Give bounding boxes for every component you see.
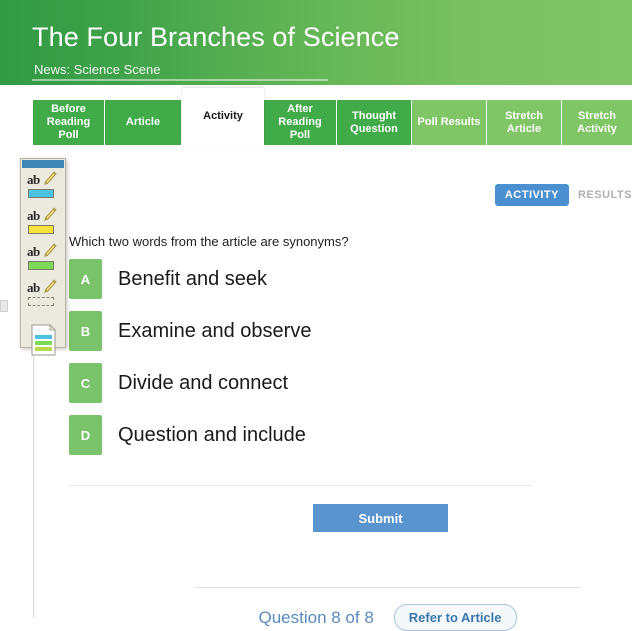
tab-bar: Before Reading Poll Article Activity Aft… <box>0 85 632 160</box>
option-letter-c: C <box>69 363 102 403</box>
option-letter-a: A <box>69 259 102 299</box>
highlighter-none-icon[interactable]: ab <box>26 279 60 312</box>
ab-glyph: ab <box>27 172 40 187</box>
tab-stretch-article[interactable]: Stretch Article <box>487 100 562 145</box>
highlighter-blue-icon[interactable]: ab <box>26 171 60 204</box>
view-toggle-group: ACTIVITY RESULTS <box>494 184 632 206</box>
activity-panel: ACTIVITY RESULTS Which two words from th… <box>33 160 632 631</box>
swatch-none <box>28 297 54 306</box>
pencil-icon <box>44 171 57 185</box>
tab-thought-question[interactable]: Thought Question <box>337 100 412 145</box>
tab-activity[interactable]: Activity <box>182 88 264 145</box>
question-prompt: Which two words from the article are syn… <box>69 234 349 249</box>
option-text-c: Divide and connect <box>118 371 289 394</box>
ab-glyph: ab <box>27 244 40 259</box>
pencil-icon <box>44 207 57 221</box>
answer-options-list: A Benefit and seek B Examine and observe… <box>69 256 589 464</box>
option-letter-d: D <box>69 415 102 455</box>
answer-option-c[interactable]: C Divide and connect <box>69 360 589 406</box>
option-letter-b: B <box>69 311 102 351</box>
tab-article[interactable]: Article <box>105 100 182 145</box>
option-text-a: Benefit and seek <box>118 267 267 290</box>
answer-option-d[interactable]: D Question and include <box>69 412 589 458</box>
page-subtitle: News: Science Scene <box>34 62 161 77</box>
page-header: The Four Branches of Science News: Scien… <box>0 0 632 85</box>
pencil-icon <box>44 243 57 257</box>
tab-poll-results[interactable]: Poll Results <box>412 100 487 145</box>
toggle-results-button[interactable]: RESULTS <box>578 184 632 206</box>
tab-before-reading-poll[interactable]: Before Reading Poll <box>33 100 105 145</box>
tab-stretch-activity[interactable]: Stretch Activity <box>562 100 632 145</box>
toggle-activity-button[interactable]: ACTIVITY <box>494 184 569 206</box>
answer-option-a[interactable]: A Benefit and seek <box>69 256 589 302</box>
ab-glyph: ab <box>27 208 40 223</box>
scroll-handle[interactable] <box>0 300 8 312</box>
option-text-d: Question and include <box>118 423 306 446</box>
swatch-yellow <box>28 225 54 234</box>
highlighter-tool-palette: ab ab ab ab <box>20 158 66 356</box>
answer-option-b[interactable]: B Examine and observe <box>69 308 589 354</box>
notes-page-glyph <box>31 324 56 356</box>
tab-after-reading-poll[interactable]: After Reading Poll <box>264 100 337 145</box>
palette-title-bar[interactable] <box>22 160 64 168</box>
highlighter-green-icon[interactable]: ab <box>26 243 60 276</box>
option-text-b: Examine and observe <box>118 319 312 342</box>
submit-button[interactable]: Submit <box>313 504 448 532</box>
page-title: The Four Branches of Science <box>32 22 400 52</box>
footer-divider <box>195 587 580 588</box>
pencil-icon <box>44 279 57 293</box>
swatch-green <box>28 261 54 270</box>
content-divider <box>69 485 532 486</box>
swatch-blue <box>28 189 54 198</box>
document-notes-icon[interactable] <box>26 322 60 358</box>
highlighter-yellow-icon[interactable]: ab <box>26 207 60 240</box>
ab-glyph: ab <box>27 280 40 295</box>
header-underline <box>32 79 328 81</box>
